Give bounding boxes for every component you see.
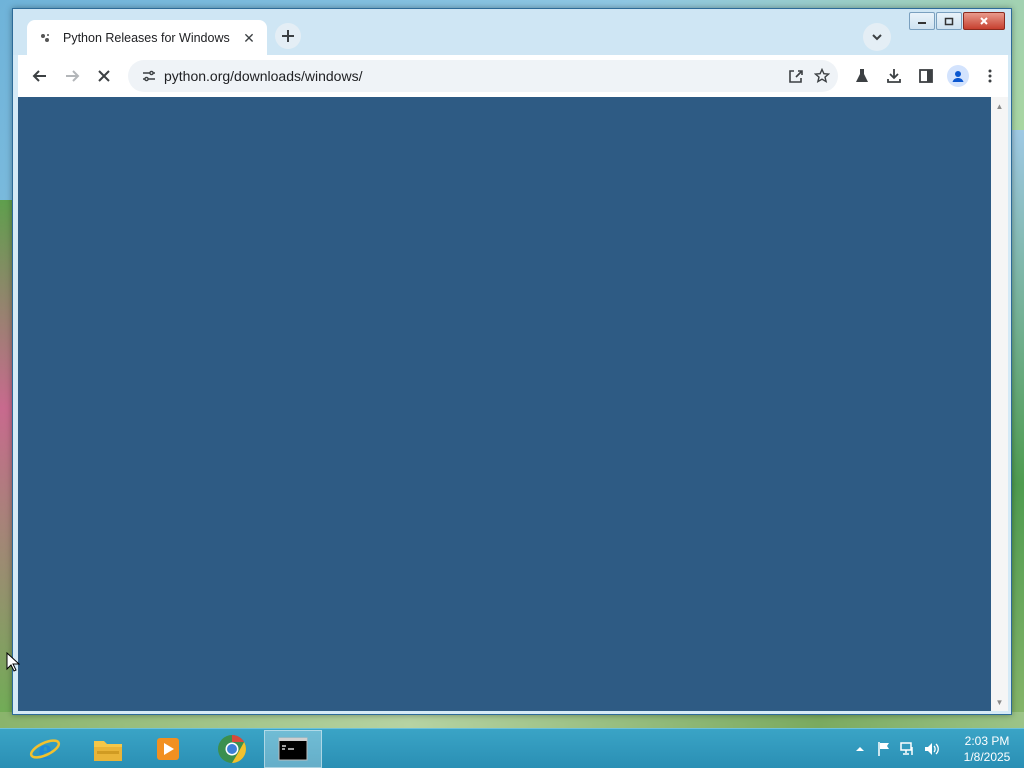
address-bar[interactable]: python.org/downloads/windows/ [128, 60, 838, 92]
restore-icon [944, 17, 954, 25]
taskbar-clock[interactable]: 2:03 PM 1/8/2025 [950, 733, 1024, 765]
tab-title: Python Releases for Windows | Python.org [63, 31, 233, 45]
toolbar-right [846, 60, 1006, 92]
new-tab-button[interactable] [275, 23, 301, 49]
show-hidden-icons-icon[interactable] [848, 737, 872, 761]
taskbar-internet-explorer[interactable]: e [16, 730, 74, 768]
volume-icon[interactable] [920, 737, 944, 761]
chevron-down-icon [872, 34, 882, 41]
maximize-button[interactable] [936, 12, 962, 30]
back-arrow-icon [32, 70, 46, 82]
share-icon [789, 70, 803, 83]
stop-loading-button[interactable] [88, 60, 120, 92]
action-center-flag-icon[interactable] [872, 737, 896, 761]
labs-flask-icon [856, 69, 868, 82]
download-icon [887, 69, 901, 83]
menu-button[interactable] [974, 60, 1006, 92]
address-bar-actions [784, 64, 834, 88]
chrome-icon [218, 735, 246, 763]
close-icon [980, 17, 988, 25]
browser-window: Python Releases for Windows | Python.org… [12, 8, 1012, 715]
url-text[interactable]: python.org/downloads/windows/ [164, 68, 362, 84]
file-explorer-icon [94, 741, 122, 761]
menu-dots-icon [988, 69, 992, 83]
taskbar: e 2:03 PM 1/8/2025 [0, 728, 1024, 768]
close-window-button[interactable] [963, 12, 1005, 30]
site-info-icon[interactable] [140, 67, 158, 85]
desktop-wallpaper-right [1010, 130, 1024, 720]
profile-button[interactable] [942, 60, 974, 92]
media-player-icon [157, 738, 179, 760]
browser-toolbar: python.org/downloads/windows/ [18, 55, 1008, 97]
page-content[interactable] [18, 97, 991, 711]
forward-arrow-icon [66, 70, 80, 82]
svg-text:e: e [38, 733, 51, 765]
bookmark-star-icon [814, 68, 830, 84]
network-icon[interactable] [896, 737, 920, 761]
taskbar-chrome[interactable] [203, 730, 261, 768]
system-tray: 2:03 PM 1/8/2025 [848, 729, 1024, 768]
internet-explorer-icon: e [29, 733, 61, 765]
forward-button[interactable] [56, 60, 88, 92]
plus-icon [282, 30, 294, 42]
taskbar-media-player[interactable] [139, 730, 197, 768]
browser-tab[interactable]: Python Releases for Windows | Python.org… [27, 20, 267, 56]
clock-date: 1/8/2025 [963, 750, 1011, 764]
command-prompt-icon [278, 737, 308, 761]
minimize-icon [918, 22, 926, 24]
side-panel-button[interactable] [910, 60, 942, 92]
browser-titlebar: Python Releases for Windows | Python.org… [13, 9, 1011, 56]
profile-icon [947, 65, 969, 87]
taskbar-file-explorer[interactable] [79, 730, 137, 768]
side-panel-icon [919, 69, 933, 83]
tab-close-icon[interactable]: ✕ [241, 30, 257, 47]
stop-loading-icon [98, 70, 110, 82]
scroll-up-icon[interactable]: ▲ [991, 99, 1008, 113]
bookmark-button[interactable] [810, 64, 834, 88]
mouse-cursor-icon [6, 652, 20, 672]
vertical-scrollbar[interactable]: ▲ ▼ [991, 97, 1008, 711]
window-controls [909, 12, 1005, 30]
python-favicon-icon [37, 30, 53, 46]
taskbar-command-prompt[interactable] [264, 730, 322, 768]
share-button[interactable] [784, 64, 808, 88]
downloads-button[interactable] [878, 60, 910, 92]
scroll-down-icon[interactable]: ▼ [991, 695, 1008, 709]
tab-search-button[interactable] [863, 23, 891, 51]
labs-button[interactable] [846, 60, 878, 92]
back-button[interactable] [24, 60, 56, 92]
clock-time: 2:03 PM [964, 734, 1010, 748]
minimize-button[interactable] [909, 12, 935, 30]
